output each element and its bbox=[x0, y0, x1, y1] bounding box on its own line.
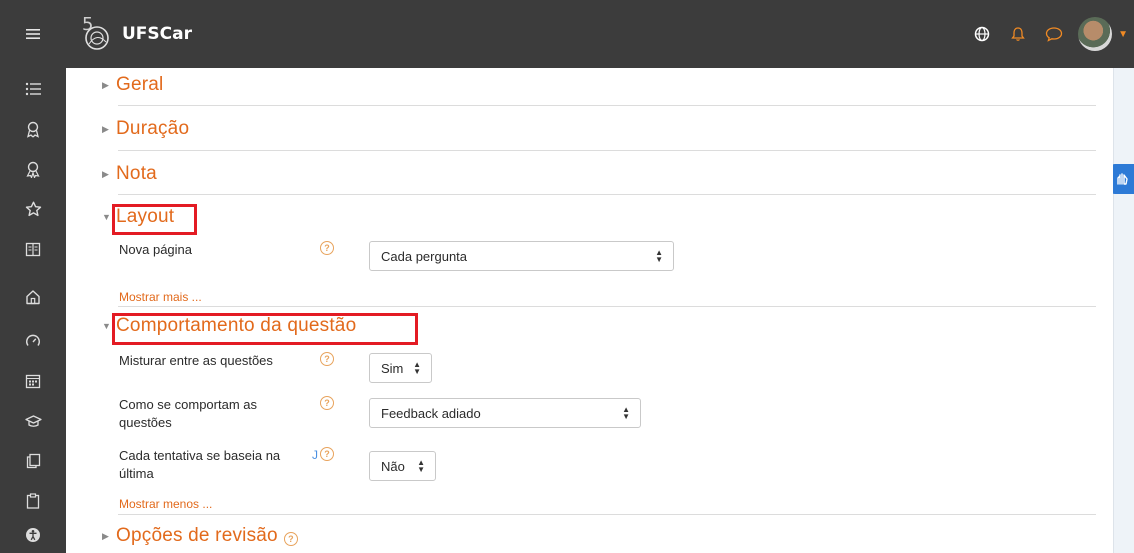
badge-icon[interactable] bbox=[0, 112, 66, 146]
chevron-down-icon[interactable]: ▼ bbox=[1118, 29, 1128, 40]
quiz-settings-form: ▶ Geral ▶ Duração ▶ Nota ▼ Layout Nova p… bbox=[66, 68, 1113, 553]
hamburger-icon[interactable] bbox=[0, 0, 66, 68]
divider bbox=[118, 306, 1096, 307]
help-icon[interactable]: ? bbox=[320, 241, 334, 255]
section-title-duracao[interactable]: Duração bbox=[116, 118, 189, 140]
select-arrows-icon: ▲ ▼ bbox=[413, 360, 421, 376]
help-icon[interactable]: ? bbox=[320, 352, 334, 366]
user-avatar[interactable] bbox=[1078, 17, 1113, 51]
nova-pagina-value: Cada pergunta bbox=[381, 248, 468, 264]
section-title-revisao[interactable]: Opções de revisão bbox=[116, 525, 278, 547]
help-icon[interactable]: ? bbox=[283, 532, 298, 546]
ufscar-logo-icon: 5 bbox=[80, 14, 118, 54]
divider bbox=[118, 514, 1096, 515]
caret-right-icon: ▶ bbox=[102, 79, 109, 90]
section-revisao[interactable]: ▶ Opções de revisão ? bbox=[102, 525, 298, 547]
list-icon[interactable] bbox=[0, 72, 66, 106]
select-arrows-icon: ▲ ▼ bbox=[655, 248, 663, 264]
cada-select[interactable]: Não ▲ ▼ bbox=[369, 451, 436, 481]
cada-label-line1: Cada tentativa se baseia na bbox=[119, 448, 281, 463]
nova-pagina-select[interactable]: Cada pergunta ▲ ▼ bbox=[369, 241, 674, 271]
como-label-line1: Como se comportam as bbox=[119, 397, 257, 412]
globe-icon[interactable] bbox=[964, 16, 1000, 52]
section-duracao[interactable]: ▶ Duração bbox=[102, 118, 189, 140]
award-icon[interactable] bbox=[0, 152, 66, 186]
mostrar-menos-link[interactable]: Mostrar menos ... bbox=[119, 497, 212, 511]
mostrar-mais-link[interactable]: Mostrar mais ... bbox=[119, 290, 202, 304]
section-title-nota[interactable]: Nota bbox=[116, 163, 157, 185]
como-select[interactable]: Feedback adiado ▲ ▼ bbox=[369, 398, 641, 428]
cada-label-line2: última bbox=[119, 466, 154, 481]
section-title-geral[interactable]: Geral bbox=[116, 74, 163, 96]
divider bbox=[118, 194, 1096, 195]
select-arrows-icon: ▲ ▼ bbox=[417, 458, 425, 474]
caret-right-icon: ▶ bbox=[102, 168, 109, 179]
bell-icon[interactable] bbox=[1000, 16, 1036, 52]
home-icon[interactable] bbox=[0, 280, 66, 314]
gauge-icon[interactable] bbox=[0, 324, 66, 358]
select-arrows-icon: ▲ ▼ bbox=[622, 405, 630, 421]
misturar-value: Sim bbox=[381, 360, 404, 376]
divider bbox=[118, 105, 1096, 106]
accessibility-icon[interactable] bbox=[0, 518, 66, 552]
right-scroll-gutter bbox=[1113, 68, 1134, 553]
como-value: Feedback adiado bbox=[381, 405, 481, 421]
chat-icon[interactable] bbox=[1036, 16, 1072, 52]
left-sidebar bbox=[0, 68, 66, 553]
caret-right-icon: ▶ bbox=[102, 530, 109, 541]
calendar-icon[interactable] bbox=[0, 364, 66, 398]
cada-value: Não bbox=[381, 458, 405, 474]
nova-pagina-label: Nova página bbox=[119, 242, 192, 257]
caret-right-icon: ▶ bbox=[102, 123, 109, 134]
navbar-actions: ▼ bbox=[964, 0, 1128, 68]
highlight-box-layout bbox=[112, 204, 197, 235]
divider bbox=[118, 150, 1096, 151]
locked-mark: J bbox=[312, 448, 318, 462]
help-icon[interactable]: ? bbox=[320, 447, 334, 461]
misturar-select[interactable]: Sim ▲ ▼ bbox=[369, 353, 432, 383]
clipboard-icon[interactable] bbox=[0, 484, 66, 518]
graduation-cap-icon[interactable] bbox=[0, 404, 66, 438]
section-geral[interactable]: ▶ Geral bbox=[102, 74, 163, 96]
book-icon[interactable] bbox=[0, 232, 66, 266]
brand-logo-link[interactable]: 5 UFSCar bbox=[80, 12, 192, 56]
top-navbar: 5 UFSCar ▼ bbox=[0, 0, 1134, 68]
files-icon[interactable] bbox=[0, 444, 66, 478]
section-nota[interactable]: ▶ Nota bbox=[102, 163, 157, 185]
highlight-box-comportamento bbox=[112, 313, 418, 345]
misturar-label: Misturar entre as questões bbox=[119, 353, 273, 368]
brand-name: UFSCar bbox=[122, 24, 192, 44]
help-icon[interactable]: ? bbox=[320, 396, 334, 410]
como-label-line2: questões bbox=[119, 415, 172, 430]
star-icon[interactable] bbox=[0, 192, 66, 226]
